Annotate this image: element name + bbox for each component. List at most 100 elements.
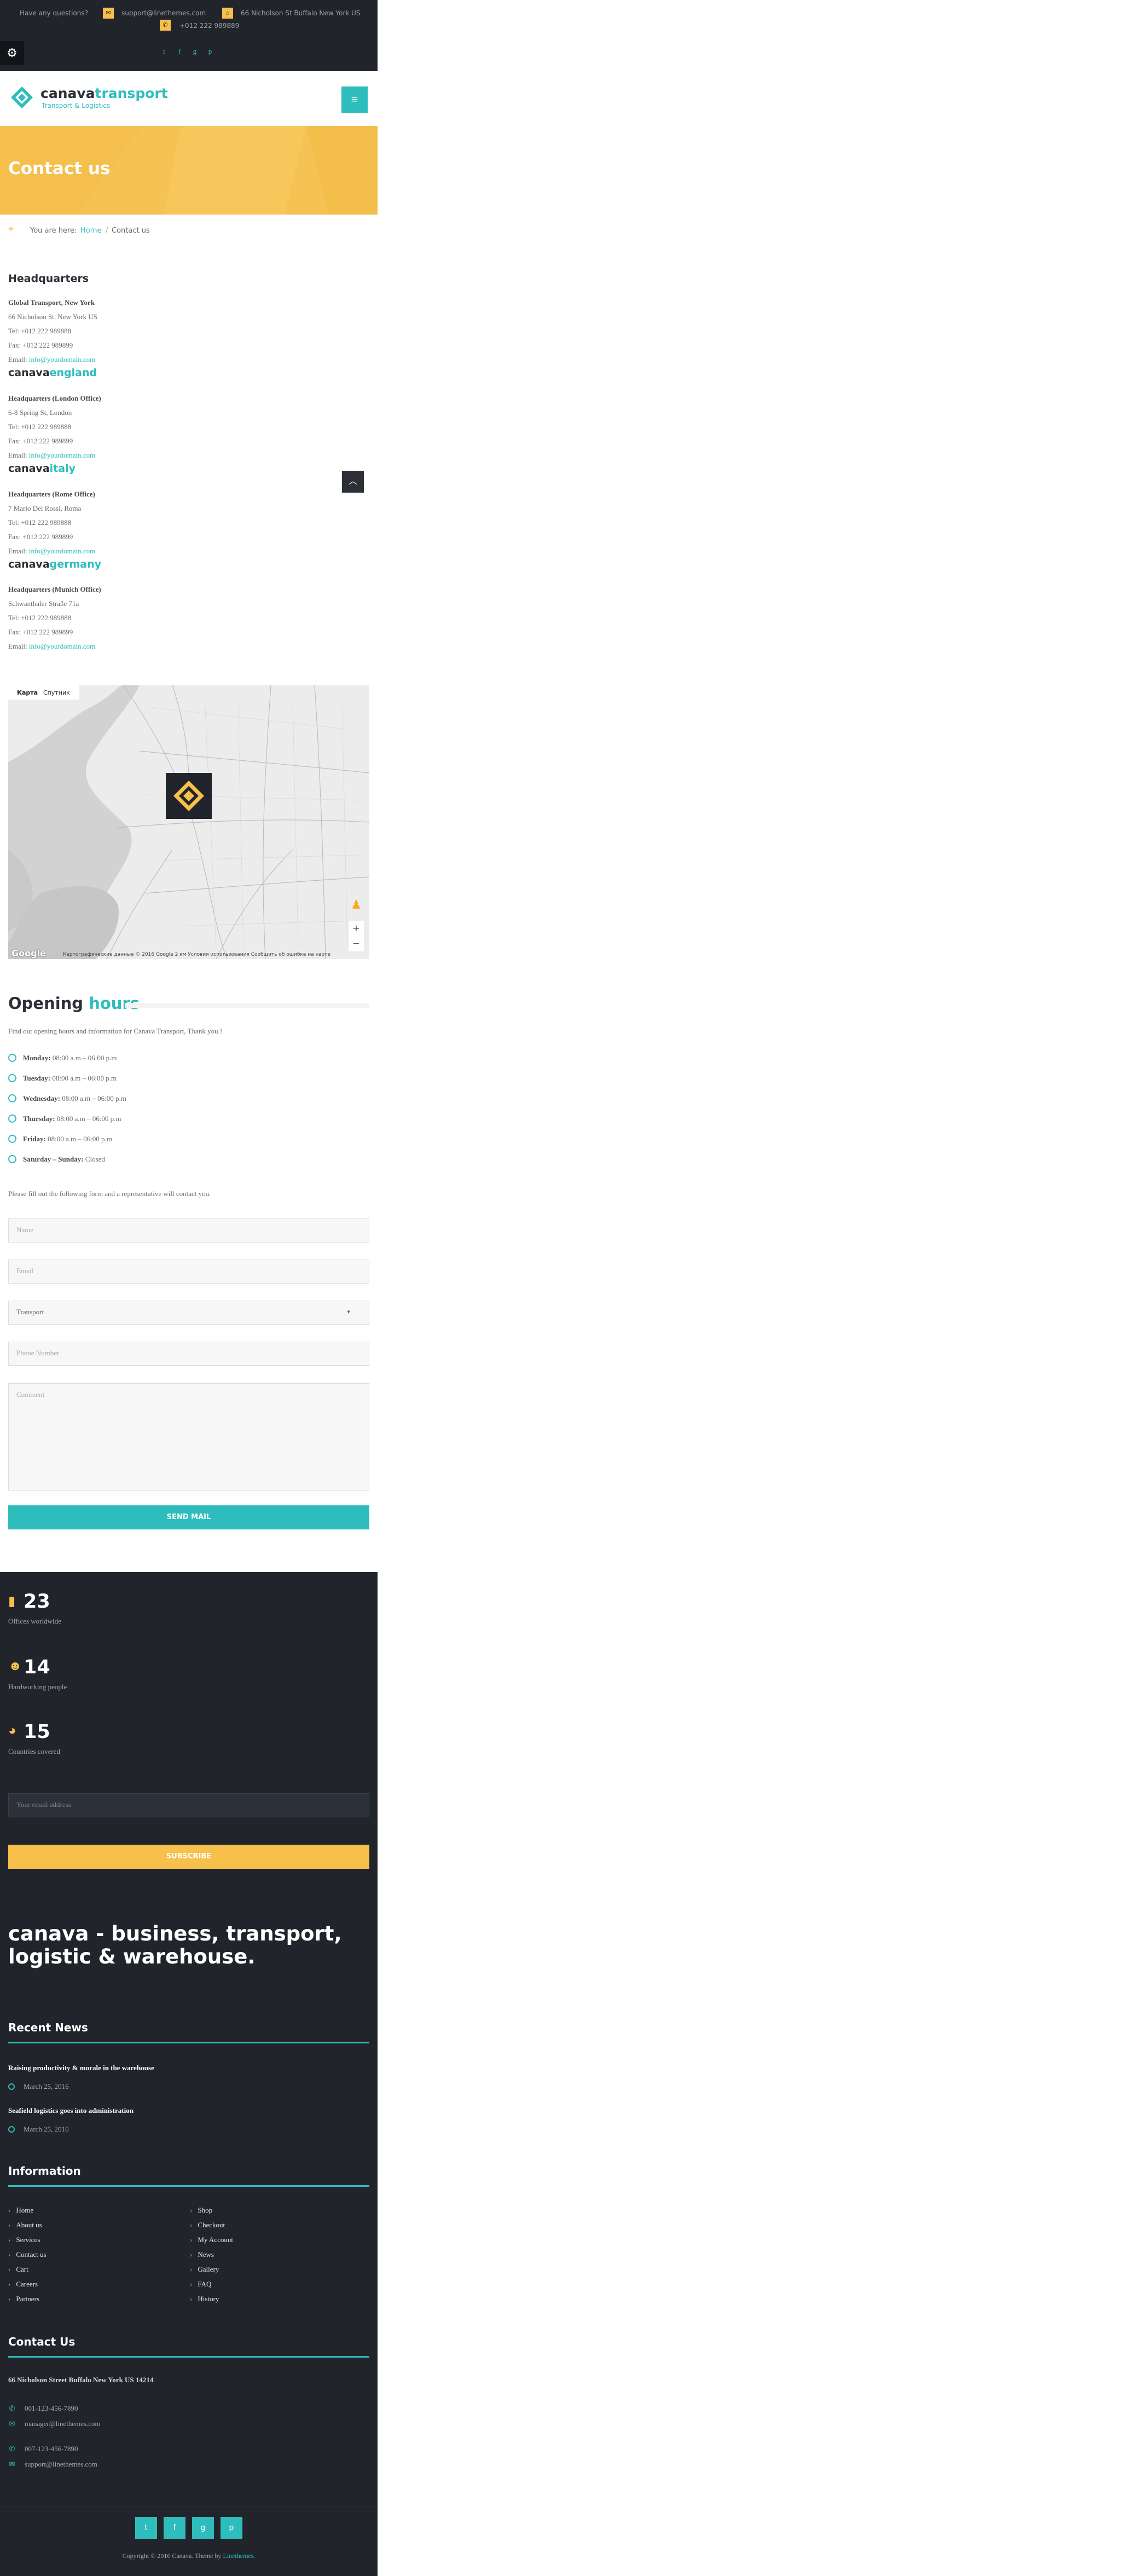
hours-item: Saturday – Sunday: Closed (8, 1152, 358, 1173)
zoom-in-button[interactable]: + (349, 921, 364, 936)
clock-icon (8, 1054, 16, 1062)
title-underline (8, 2356, 369, 2358)
footer-link[interactable]: My Account (190, 2232, 233, 2247)
service-select[interactable]: Transport ▾ (8, 1301, 369, 1325)
zoom-out-button[interactable]: − (349, 936, 364, 951)
footer-link[interactable]: Home (8, 2203, 47, 2217)
contact-address: 66 Nicholson Street Buffalo New York US … (8, 2376, 154, 2384)
hours-item: Tuesday: 08:00 a.m – 06:00 p.m (8, 1071, 358, 1091)
logo-text[interactable]: canavatransport (40, 85, 168, 101)
footer-link[interactable]: Careers (8, 2277, 47, 2291)
news-post-link[interactable]: Raising productivity & morale in the war… (8, 2064, 154, 2072)
gear-icon[interactable]: ⚙ (0, 41, 24, 65)
name-input[interactable]: Name (8, 1218, 369, 1243)
office-address: 66 Nicholson St, New York US (8, 313, 97, 321)
news-post-link[interactable]: Seafield logistics goes into administrat… (8, 2106, 134, 2115)
office-email-link[interactable]: info@yourdomain.com (29, 355, 95, 363)
map-canvas[interactable] (8, 685, 369, 959)
hours-list: Monday: 08:00 a.m – 06:00 p.m Tuesday: 0… (8, 1051, 358, 1173)
footer-link[interactable]: Gallery (190, 2262, 233, 2277)
breadcrumb-home-link[interactable]: Home (80, 227, 101, 235)
office-email-row: Email: info@yourdomain.com (8, 547, 96, 555)
form-intro: Please fill out the following form and a… (8, 1189, 211, 1198)
mail-icon: ✉ (103, 8, 114, 19)
contact-line: ✉ manager@linethemes.com (8, 2419, 101, 2428)
clock-icon (8, 1114, 16, 1123)
office-fax: Fax: +012 222 989899 (8, 533, 73, 541)
footer-link[interactable]: History (190, 2291, 233, 2306)
phone-input[interactable]: Phone Number (8, 1342, 369, 1366)
office-card: Headquarters (London Office) 6-8 Spring … (8, 391, 358, 463)
map-marker-icon[interactable] (166, 773, 212, 819)
map-tab-satellite[interactable]: Спутник (43, 689, 70, 696)
email-input[interactable]: Email (8, 1260, 369, 1284)
back-to-top-button[interactable]: ︿ (342, 471, 364, 493)
contact-email-link[interactable]: manager@linethemes.com (25, 2419, 101, 2428)
subscribe-button[interactable]: SUBSCRIBE (8, 1845, 369, 1869)
office-email-row: Email: info@yourdomain.com (8, 642, 96, 650)
street-view-pegman-icon[interactable]: ♟ (351, 898, 362, 915)
hours-item: Thursday: 08:00 a.m – 06:00 p.m (8, 1112, 358, 1132)
footer-link[interactable]: Shop (190, 2203, 233, 2217)
twitter-icon[interactable]: t (160, 47, 169, 56)
office-name: Headquarters (London Office) (8, 394, 101, 402)
twitter-icon[interactable]: t (135, 2517, 157, 2539)
brand-england: canavaengland (8, 367, 97, 379)
office-fax: Fax: +012 222 989899 (8, 628, 73, 636)
office-address: 6-8 Spring St, London (8, 408, 72, 417)
news-date: March 25, 2016 (8, 2082, 69, 2091)
clock-icon (8, 2126, 15, 2133)
top-bar: Have any questions? ✉ support@linethemes… (0, 0, 378, 71)
stat-countries: ◕ 15 Countries covered (8, 1721, 60, 1755)
contact-line: ✆ 007-123-456-7890 (9, 2445, 78, 2453)
google-plus-icon[interactable]: g (190, 47, 199, 56)
footer-link[interactable]: FAQ (190, 2277, 233, 2291)
mail-icon: ✉ (9, 2460, 15, 2468)
topbar-email[interactable]: support@linethemes.com (121, 9, 206, 17)
contact-line: ✉ support@linethemes.com (8, 2460, 97, 2469)
map-tab-map[interactable]: Карта (17, 689, 38, 696)
office-address: Schwanthaler Straße 71a (8, 599, 79, 608)
menu-button[interactable]: ≡ (341, 86, 368, 113)
footer-link[interactable]: Services (8, 2232, 47, 2247)
title-divider (125, 1003, 369, 1008)
footer-link[interactable]: Contact us (8, 2247, 46, 2262)
location-pin-icon: ⌖ (8, 223, 14, 235)
office-email-row: Email: info@yourdomain.com (8, 355, 96, 363)
news-date: March 25, 2016 (8, 2125, 69, 2134)
topbar-address: 66 Nicholson St Buffalo New York US (241, 9, 361, 17)
chevron-down-icon: ▾ (347, 1309, 350, 1315)
office-address: 7 Mario Dei Rossi, Roma (8, 504, 82, 512)
pinterest-icon[interactable]: p (206, 47, 214, 56)
footer-link[interactable]: Checkout (190, 2217, 233, 2232)
contact-email-link[interactable]: support@linethemes.com (25, 2460, 97, 2468)
information-links-col1: Home About us Services Contact us Cart C… (8, 2203, 47, 2306)
map-attribution: Картографические данные © 2016 Google 2 … (63, 952, 330, 957)
footer-link[interactable]: News (190, 2247, 233, 2262)
logo-subtitle: Transport & Logistics (42, 102, 111, 109)
office-email-link[interactable]: info@yourdomain.com (29, 547, 95, 555)
google-plus-icon[interactable]: g (192, 2517, 214, 2539)
theme-author-link[interactable]: Linethemes. (223, 2552, 255, 2560)
map-zoom-control[interactable]: + − (349, 921, 364, 951)
comment-textarea[interactable]: Comment (8, 1383, 369, 1491)
pinterest-icon[interactable]: p (221, 2517, 242, 2539)
office-tel: Tel: +012 222 989888 (8, 423, 72, 431)
phone-icon: ✆ (9, 2404, 15, 2412)
map-embed[interactable]: Карта Спутник ♟ + − Google Картографическ… (8, 685, 369, 959)
phone-icon: ✆ (160, 20, 171, 31)
logo-icon[interactable] (10, 85, 34, 109)
map-type-tabs[interactable]: Карта Спутник (8, 685, 79, 700)
facebook-icon[interactable]: f (164, 2517, 185, 2539)
newsletter-email-input[interactable]: Your email address (8, 1793, 369, 1817)
send-mail-button[interactable]: SEND MAIL (8, 1505, 369, 1529)
footer-link[interactable]: Cart (8, 2262, 47, 2277)
footer-link[interactable]: Partners (8, 2291, 47, 2306)
google-logo: Google (11, 948, 46, 958)
breadcrumb-prefix: You are here: (30, 227, 77, 235)
office-email-link[interactable]: info@yourdomain.com (29, 642, 95, 650)
clock-icon (8, 1155, 16, 1163)
footer-link[interactable]: About us (8, 2217, 47, 2232)
facebook-icon[interactable]: f (175, 47, 184, 56)
office-email-link[interactable]: info@yourdomain.com (29, 451, 95, 459)
